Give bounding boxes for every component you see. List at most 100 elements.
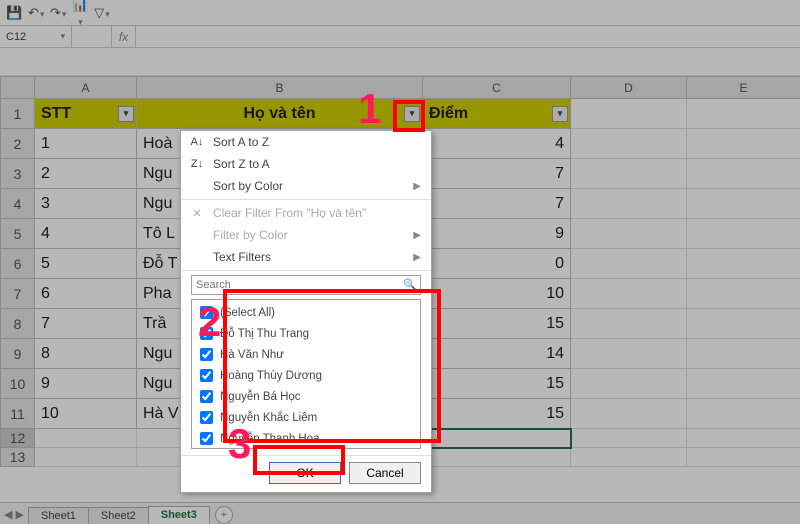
- cell[interactable]: [687, 249, 800, 279]
- cell[interactable]: [571, 399, 687, 429]
- cell[interactable]: 6: [35, 279, 137, 309]
- cell[interactable]: 15: [423, 309, 571, 339]
- cell[interactable]: [687, 369, 800, 399]
- checkbox[interactable]: [200, 369, 213, 382]
- cell[interactable]: 0: [423, 249, 571, 279]
- cell[interactable]: [687, 189, 800, 219]
- cell[interactable]: 10: [423, 279, 571, 309]
- header-diem[interactable]: Điểm ▾: [423, 99, 571, 129]
- cell[interactable]: 8: [35, 339, 137, 369]
- tab-sheet2[interactable]: Sheet2: [88, 507, 149, 524]
- checkbox[interactable]: [200, 348, 213, 361]
- add-sheet-button[interactable]: +: [215, 506, 233, 524]
- col-header-D[interactable]: D: [571, 77, 687, 99]
- cell[interactable]: [687, 429, 800, 448]
- undo-icon[interactable]: ↶: [28, 5, 44, 21]
- cancel-button[interactable]: Cancel: [349, 462, 421, 484]
- header-stt[interactable]: STT ▾: [35, 99, 137, 129]
- col-header-E[interactable]: E: [687, 77, 800, 99]
- cell[interactable]: [571, 279, 687, 309]
- cell[interactable]: [687, 99, 800, 129]
- cell[interactable]: 2: [35, 159, 137, 189]
- cell[interactable]: [571, 369, 687, 399]
- cell[interactable]: 7: [423, 189, 571, 219]
- annotation-number-3: 3: [228, 420, 251, 468]
- ribbon-spacer: [0, 48, 800, 76]
- cell[interactable]: 14: [423, 339, 571, 369]
- filter-icon[interactable]: ▽: [94, 5, 110, 21]
- cell[interactable]: [687, 279, 800, 309]
- cell[interactable]: [687, 399, 800, 429]
- cell[interactable]: 15: [423, 399, 571, 429]
- row-header[interactable]: 2: [1, 129, 35, 159]
- cell[interactable]: 7: [35, 309, 137, 339]
- submenu-arrow-icon: ▶: [413, 181, 421, 192]
- col-header-C[interactable]: C: [423, 77, 571, 99]
- cell[interactable]: [687, 159, 800, 189]
- cell[interactable]: [571, 129, 687, 159]
- cell[interactable]: [571, 189, 687, 219]
- cell[interactable]: [571, 309, 687, 339]
- row-header[interactable]: 3: [1, 159, 35, 189]
- text-filters-item[interactable]: Text Filters ▶: [181, 246, 431, 268]
- checkbox[interactable]: [200, 390, 213, 403]
- cell[interactable]: [571, 99, 687, 129]
- cell[interactable]: [571, 448, 687, 467]
- cell[interactable]: 7: [423, 159, 571, 189]
- col-header-A[interactable]: A: [35, 77, 137, 99]
- cell[interactable]: [571, 429, 687, 448]
- cell[interactable]: [687, 129, 800, 159]
- checkbox[interactable]: [200, 411, 213, 424]
- row-header[interactable]: 10: [1, 369, 35, 399]
- checkbox[interactable]: [200, 432, 213, 445]
- row-header[interactable]: 11: [1, 399, 35, 429]
- sort-by-color-item[interactable]: Sort by Color ▶: [181, 175, 431, 197]
- cell[interactable]: 5: [35, 249, 137, 279]
- name-box[interactable]: C12: [0, 26, 72, 47]
- save-icon[interactable]: 💾: [6, 5, 22, 21]
- row-header[interactable]: 9: [1, 339, 35, 369]
- cell[interactable]: 9: [423, 219, 571, 249]
- formula-input[interactable]: [136, 26, 800, 47]
- cell[interactable]: [571, 219, 687, 249]
- row-header[interactable]: 5: [1, 219, 35, 249]
- tab-sheet3[interactable]: Sheet3: [148, 506, 210, 524]
- cell[interactable]: [571, 159, 687, 189]
- tab-sheet1[interactable]: Sheet1: [28, 507, 89, 524]
- row-header[interactable]: 12: [1, 429, 35, 448]
- cell[interactable]: [687, 309, 800, 339]
- filter-button-diem[interactable]: ▾: [552, 106, 568, 122]
- cell[interactable]: [35, 448, 137, 467]
- filter-button-stt[interactable]: ▾: [118, 106, 134, 122]
- fx-label[interactable]: fx: [112, 26, 136, 47]
- cell[interactable]: [687, 448, 800, 467]
- sort-za-item[interactable]: Z↓ Sort Z to A: [181, 153, 431, 175]
- row-header[interactable]: 4: [1, 189, 35, 219]
- cell[interactable]: [35, 429, 137, 448]
- cell[interactable]: [571, 249, 687, 279]
- cell[interactable]: 1: [35, 129, 137, 159]
- cell[interactable]: [687, 219, 800, 249]
- cell[interactable]: 15: [423, 369, 571, 399]
- row-header[interactable]: 6: [1, 249, 35, 279]
- row-header[interactable]: 8: [1, 309, 35, 339]
- row-header[interactable]: 1: [1, 99, 35, 129]
- active-cell[interactable]: [423, 429, 571, 448]
- cell[interactable]: 10: [35, 399, 137, 429]
- row-header[interactable]: 7: [1, 279, 35, 309]
- redo-icon[interactable]: ↷: [50, 5, 66, 21]
- cell[interactable]: 4: [423, 129, 571, 159]
- annotation-number-2: 2: [198, 298, 221, 346]
- sort-az-item[interactable]: A↓ Sort A to Z: [181, 131, 431, 153]
- chart-icon[interactable]: 📊: [72, 0, 88, 28]
- row-header[interactable]: 13: [1, 448, 35, 467]
- submenu-arrow-icon: ▶: [413, 252, 421, 263]
- cell[interactable]: 9: [35, 369, 137, 399]
- cell[interactable]: 3: [35, 189, 137, 219]
- select-all-corner[interactable]: [1, 77, 35, 99]
- cell[interactable]: [571, 339, 687, 369]
- tab-nav[interactable]: ◀ ▶: [4, 508, 24, 521]
- cell[interactable]: [423, 448, 571, 467]
- cell[interactable]: [687, 339, 800, 369]
- cell[interactable]: 4: [35, 219, 137, 249]
